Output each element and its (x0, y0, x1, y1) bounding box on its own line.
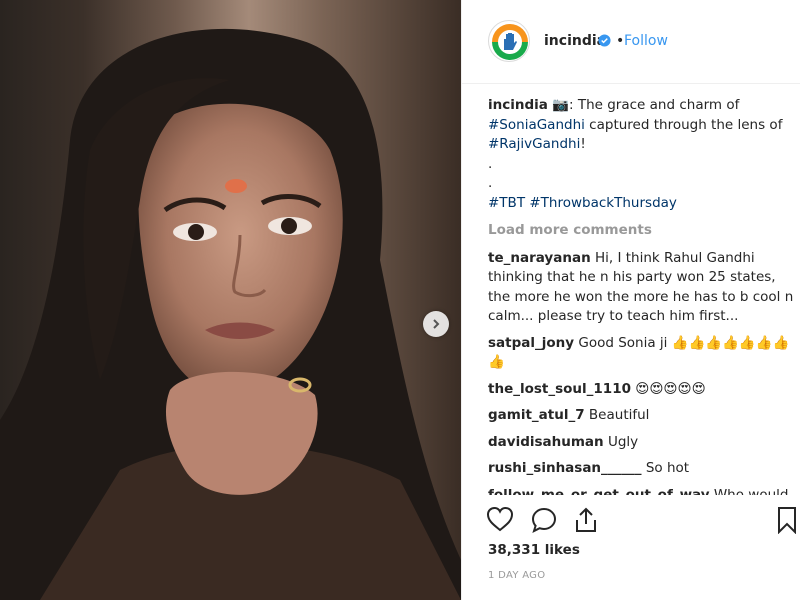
comment-username[interactable]: gamit_atul_7 (488, 407, 585, 423)
comment-text: Ugly (607, 433, 639, 450)
post-side-panel: incindia • Follow incindia 📷: The grace … (461, 0, 800, 600)
action-bar (462, 500, 800, 540)
caption-hashtags: #TBT #ThrowbackThursday (488, 194, 794, 214)
post-header: incindia • Follow (462, 0, 800, 84)
heart-icon[interactable] (486, 506, 514, 532)
congress-hand-logo (492, 24, 528, 60)
comment-item: gamit_atul_7 Beautiful (488, 406, 794, 426)
portrait-illustration (0, 28, 461, 600)
caption-dot: . (488, 175, 493, 191)
avatar[interactable] (488, 20, 530, 62)
comment-item: davidisahuman Ugly (488, 433, 794, 453)
comment-username[interactable]: davidisahuman (488, 434, 604, 450)
comment-username[interactable]: the_lost_soul_1110 (488, 381, 631, 397)
caption: incindia 📷: The grace and charm of #Soni… (488, 96, 794, 213)
hashtag-link[interactable]: #ThrowbackThursday (529, 195, 677, 211)
hashtag-link[interactable]: #TBT (488, 195, 525, 211)
chevron-right-icon (433, 319, 440, 329)
header-username[interactable]: incindia (544, 33, 606, 49)
comment-item: satpal_jony Good Sonia ji 👍👍👍👍👍👍👍👍 (488, 334, 794, 373)
next-photo-button[interactable] (423, 311, 449, 337)
bookmark-icon[interactable] (776, 506, 798, 534)
caption-text: captured through the lens of (584, 116, 783, 133)
comments-list[interactable]: incindia 📷: The grace and charm of #Soni… (488, 96, 794, 495)
comment-username[interactable]: te_narayanan (488, 250, 591, 266)
hashtag-link[interactable]: #SoniaGandhi (488, 117, 585, 133)
comment-icon[interactable] (530, 506, 558, 534)
share-icon[interactable] (573, 506, 599, 534)
caption-dot: . (488, 155, 493, 172)
post-timestamp: 1 DAY AGO (488, 570, 546, 581)
comment-text: So hot (645, 460, 690, 476)
comment-item: follow_me_or_get_out_of_way Who would ha… (488, 486, 794, 496)
comment-username[interactable]: rushi_sinhasan______ (488, 460, 642, 476)
verified-badge-icon (598, 34, 611, 47)
comment-username[interactable]: follow_me_or_get_out_of_way (488, 487, 710, 496)
comment-text: Beautiful (588, 407, 650, 423)
follow-button[interactable]: Follow (624, 33, 668, 49)
comment-item: rushi_sinhasan______ So hot (488, 459, 794, 479)
caption-text: ! (580, 136, 586, 152)
comment-username[interactable]: satpal_jony (488, 335, 574, 351)
caption-username[interactable]: incindia (488, 97, 548, 113)
likes-count[interactable]: 38,331 likes (488, 542, 580, 558)
hashtag-link[interactable]: #RajivGandhi (488, 136, 580, 152)
comment-item: te_narayanan Hi, I think Rahul Gandhi th… (488, 249, 794, 327)
caption-text: : The grace and charm of (569, 97, 740, 113)
comment-text: 😍😍😍😍😍 (635, 380, 706, 397)
comment-item: the_lost_soul_1110 😍😍😍😍😍 (488, 380, 794, 400)
post-photo[interactable] (0, 0, 461, 600)
load-more-comments-button[interactable]: Load more comments (488, 221, 794, 241)
caption-emoji: 📷 (552, 97, 569, 113)
